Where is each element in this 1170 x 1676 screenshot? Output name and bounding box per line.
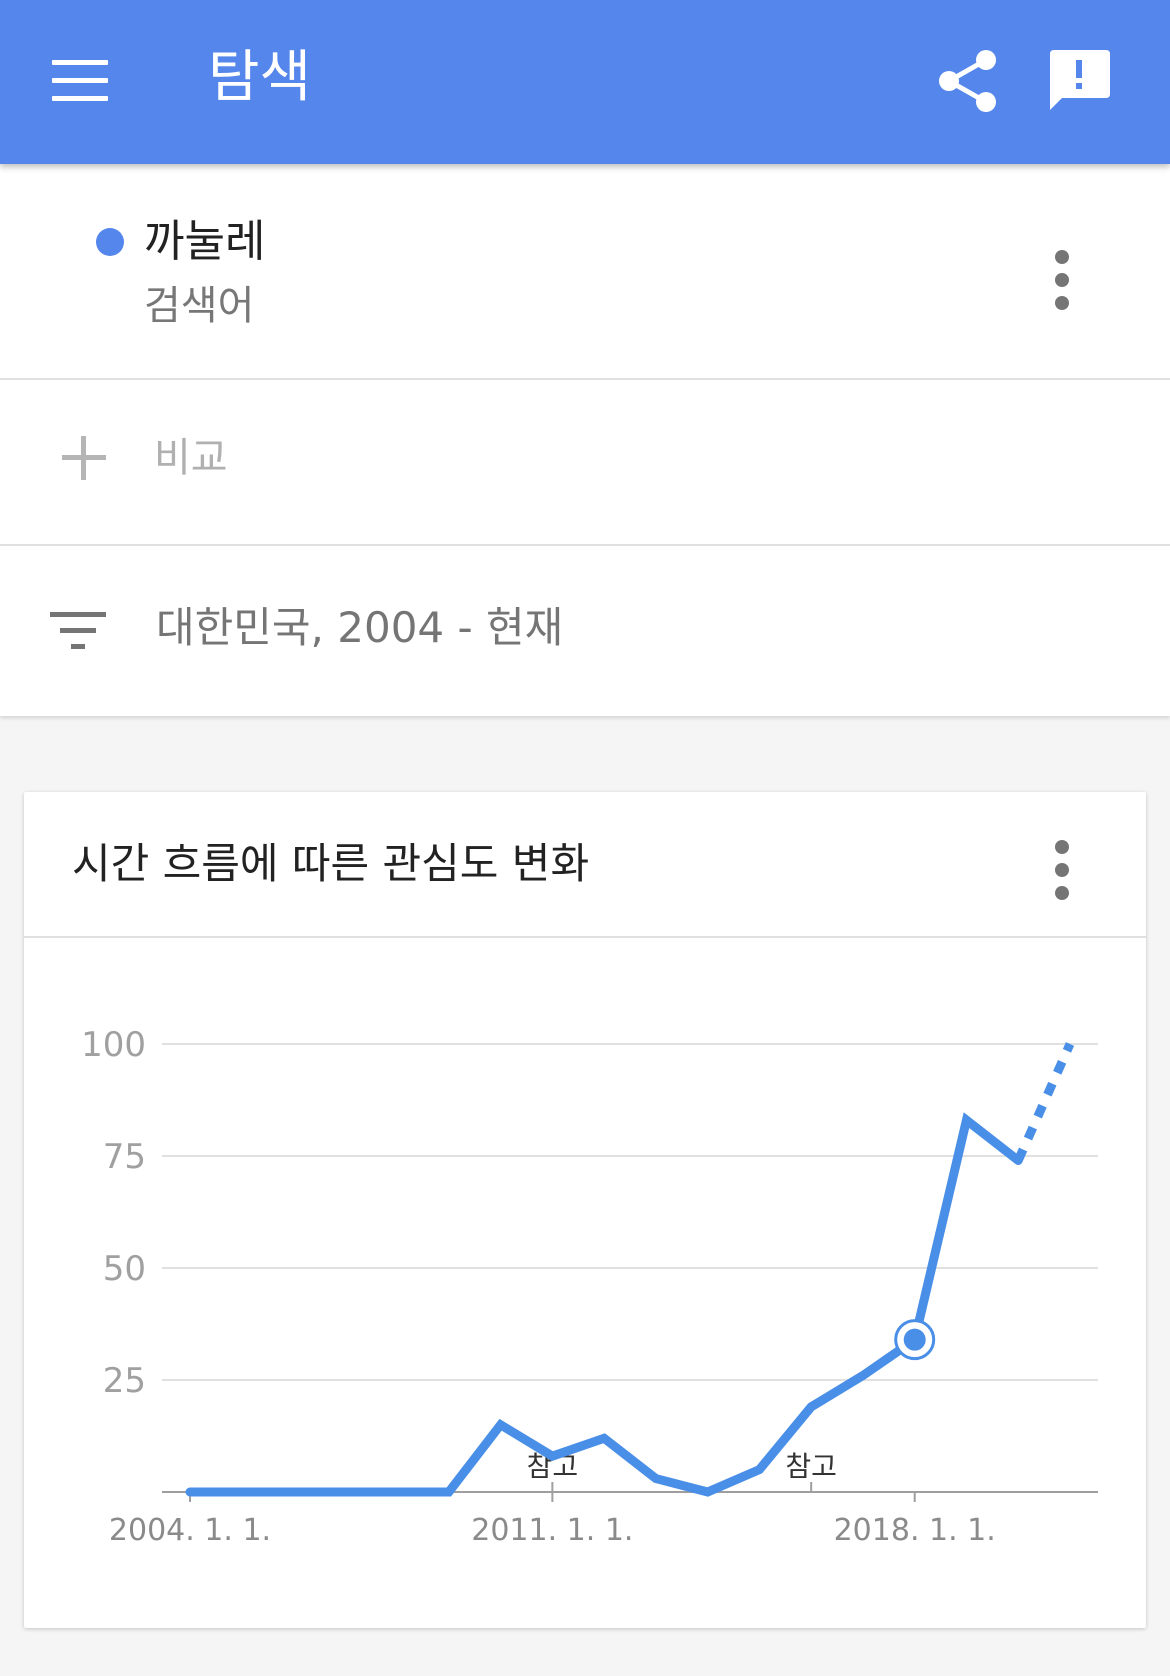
- compare-label: 비교: [154, 435, 228, 481]
- x-tick-label: 2004. 1. 1.: [109, 1513, 271, 1548]
- query-panel: 까눌레 검색어 비교 대한민국, 2004 - 현재: [0, 164, 1170, 716]
- y-tick-label: 75: [103, 1137, 146, 1177]
- chart-header: 시간 흐름에 따른 관심도 변화: [24, 792, 1146, 938]
- feedback-icon[interactable]: [1046, 48, 1112, 114]
- compare-button[interactable]: 비교: [0, 380, 1170, 546]
- interest-line-chart: 25 50 75 100 2004. 1. 1. 2011. 1. 1. 2018. 1. …: [81, 1025, 1098, 1548]
- x-tick-label: 2011. 1. 1.: [471, 1513, 633, 1548]
- filter-label: 대한민국, 2004 - 현재: [156, 603, 564, 652]
- term-color-dot: [96, 228, 124, 256]
- page-title: 탐색: [208, 45, 312, 110]
- y-tick-label: 50: [103, 1249, 146, 1289]
- y-tick-label: 100: [81, 1025, 146, 1065]
- filter-row[interactable]: 대한민국, 2004 - 현재: [0, 546, 1170, 716]
- highlight-point: [903, 1328, 926, 1351]
- series-line-solid: [185, 1112, 1023, 1497]
- chart-title: 시간 흐름에 따른 관심도 변화: [72, 839, 590, 888]
- x-tick-label: 2018. 1. 1.: [834, 1513, 996, 1548]
- term-more-icon[interactable]: [1052, 250, 1072, 314]
- y-tick-label: 25: [103, 1361, 146, 1401]
- plus-icon: [62, 436, 106, 480]
- filter-icon: [50, 612, 106, 652]
- interest-over-time-card: 시간 흐름에 따른 관심도 변화 25 50 75 100 2004. 1. 1. 201…: [24, 792, 1146, 1628]
- term-type: 검색어: [144, 283, 255, 329]
- term-name: 까눌레: [144, 216, 266, 267]
- app-bar: 탐색: [0, 0, 1170, 164]
- share-icon[interactable]: [936, 48, 1000, 114]
- chart-more-icon[interactable]: [1052, 840, 1072, 904]
- search-term-row[interactable]: 까눌레 검색어: [0, 164, 1170, 380]
- annotation-label: 참고: [785, 1450, 837, 1483]
- series-line-projected: [1014, 1042, 1075, 1163]
- hamburger-menu-icon[interactable]: [52, 58, 112, 104]
